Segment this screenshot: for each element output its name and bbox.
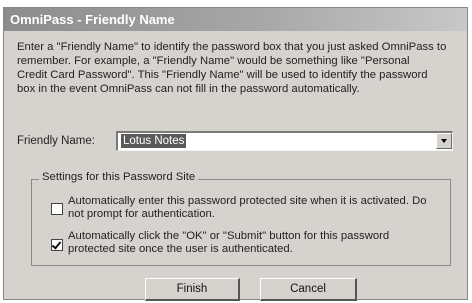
title-bar[interactable]: OmniPass - Friendly Name [4, 8, 467, 31]
settings-group-title: Settings for this Password Site [39, 171, 199, 183]
dialog-title: OmniPass - Friendly Name [10, 12, 175, 27]
instructions-line: Enter a "Friendly Name" to identify the … [17, 41, 447, 53]
instructions-text: Enter a "Friendly Name" to identify the … [17, 40, 457, 96]
auto-submit-checkbox[interactable] [51, 239, 63, 251]
cancel-button[interactable]: Cancel [260, 278, 357, 301]
instructions-line: box in the event OmniPass can not fill i… [17, 83, 360, 95]
auto-enter-label[interactable]: Automatically enter this password protec… [68, 195, 443, 221]
auto-submit-label[interactable]: Automatically click the "OK" or "Submit"… [68, 230, 443, 256]
auto-enter-label-line: not prompt for authentication. [68, 208, 215, 220]
friendly-name-label: Friendly Name: [17, 135, 95, 147]
auto-submit-label-line: protected site once the user is authenti… [68, 243, 293, 255]
friendly-name-value[interactable]: Lotus Notes [121, 134, 187, 148]
dropdown-arrow-icon[interactable] [436, 133, 452, 149]
instructions-line: remember. For example, a "Friendly Name"… [17, 55, 410, 67]
auto-enter-checkbox[interactable] [51, 203, 63, 215]
auto-submit-label-line: Automatically click the "OK" or "Submit"… [68, 230, 390, 242]
auto-enter-label-line: Automatically enter this password protec… [68, 195, 427, 207]
friendly-name-combobox[interactable]: Lotus Notes [116, 131, 453, 151]
friendly-name-dialog: OmniPass - Friendly Name Enter a "Friend… [3, 7, 468, 301]
instructions-line: Credit Card Password". This "Friendly Na… [17, 69, 428, 81]
finish-button[interactable]: Finish [145, 278, 240, 301]
